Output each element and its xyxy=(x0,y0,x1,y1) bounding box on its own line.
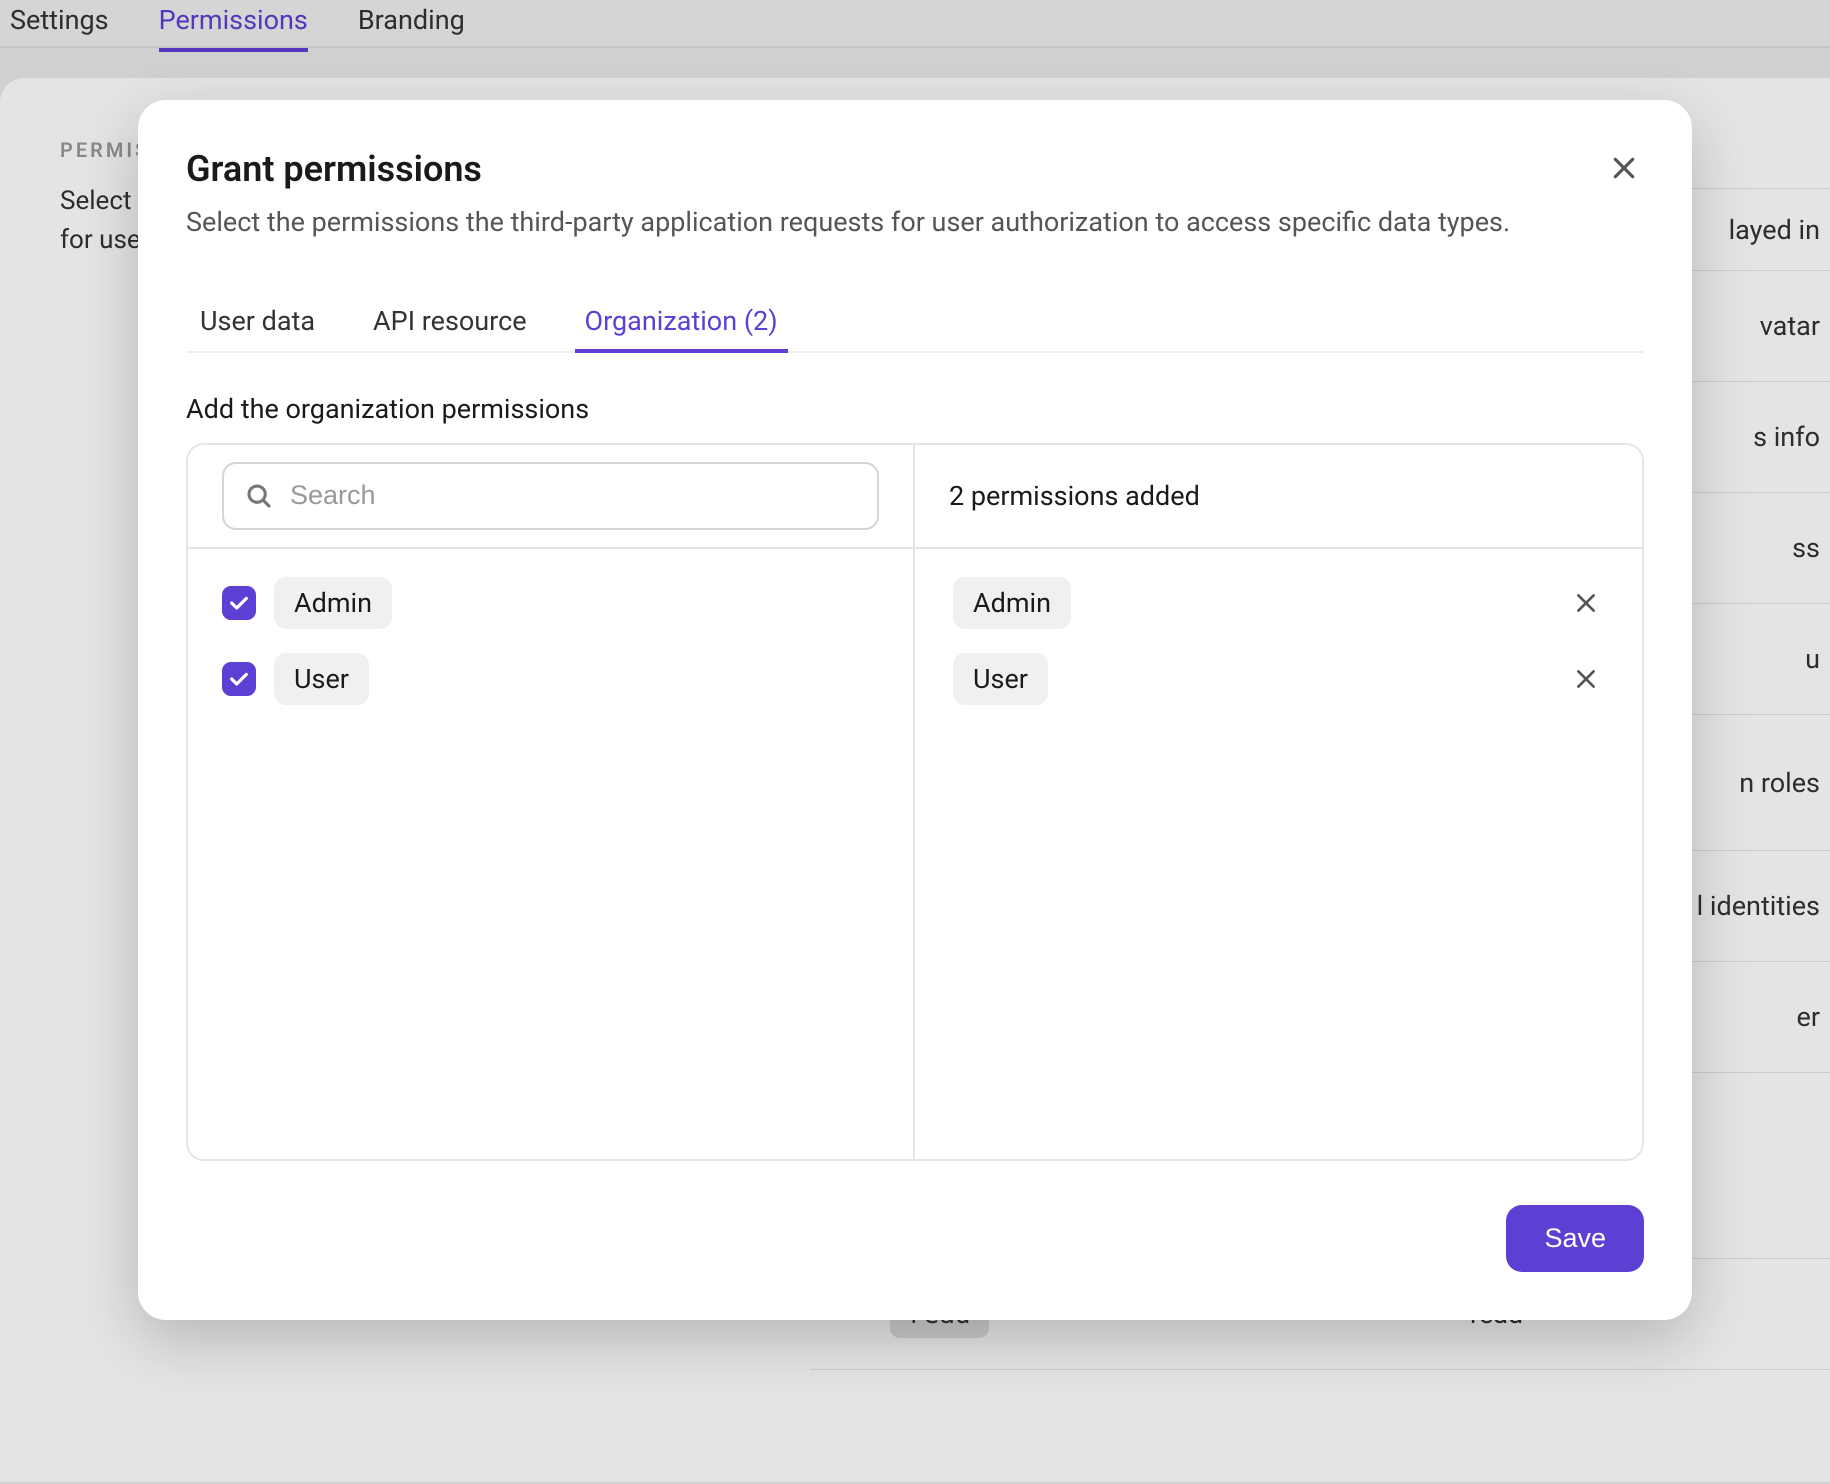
modal-overlay[interactable]: Grant permissions Select the permissions… xyxy=(0,0,1830,1484)
modal-title: Grant permissions xyxy=(186,148,1510,190)
available-list: Admin User xyxy=(188,549,913,1159)
modal-subtitle: Select the permissions the third-party a… xyxy=(186,202,1510,243)
perm-item-user[interactable]: User xyxy=(212,641,889,717)
check-icon xyxy=(228,668,250,690)
perm-label: User xyxy=(274,653,369,705)
search-input[interactable] xyxy=(290,480,857,511)
perm-label: Admin xyxy=(953,577,1071,629)
close-button[interactable] xyxy=(1604,148,1644,188)
selected-count: 2 permissions added xyxy=(949,480,1200,512)
close-icon xyxy=(1573,590,1599,616)
perm-item-admin[interactable]: Admin xyxy=(212,565,889,641)
close-icon xyxy=(1573,666,1599,692)
search-box[interactable] xyxy=(222,462,879,530)
section-heading: Add the organization permissions xyxy=(186,393,1644,425)
permissions-panels: Admin User 2 permissions added xyxy=(186,443,1644,1161)
tab-user-data[interactable]: User data xyxy=(196,291,319,351)
selected-list: Admin User xyxy=(915,549,1642,1159)
remove-user-button[interactable] xyxy=(1568,661,1604,697)
added-item-user: User xyxy=(939,641,1618,717)
close-icon xyxy=(1609,153,1639,183)
save-button[interactable]: Save xyxy=(1506,1205,1644,1272)
perm-label: Admin xyxy=(274,577,392,629)
perm-label: User xyxy=(953,653,1048,705)
tab-api-resource[interactable]: API resource xyxy=(369,291,530,351)
modal-footer: Save xyxy=(186,1205,1644,1272)
search-header xyxy=(188,445,913,549)
check-icon xyxy=(228,592,250,614)
search-icon xyxy=(244,481,274,511)
tab-organization[interactable]: Organization (2) xyxy=(581,291,782,351)
added-item-admin: Admin xyxy=(939,565,1618,641)
checkbox-user[interactable] xyxy=(222,662,256,696)
modal-tabs: User data API resource Organization (2) xyxy=(186,291,1644,353)
grant-permissions-modal: Grant permissions Select the permissions… xyxy=(138,100,1692,1320)
checkbox-admin[interactable] xyxy=(222,586,256,620)
selected-panel: 2 permissions added Admin User xyxy=(915,445,1642,1159)
remove-admin-button[interactable] xyxy=(1568,585,1604,621)
modal-header: Grant permissions Select the permissions… xyxy=(186,148,1644,243)
selected-header: 2 permissions added xyxy=(915,445,1642,549)
available-panel: Admin User xyxy=(188,445,915,1159)
